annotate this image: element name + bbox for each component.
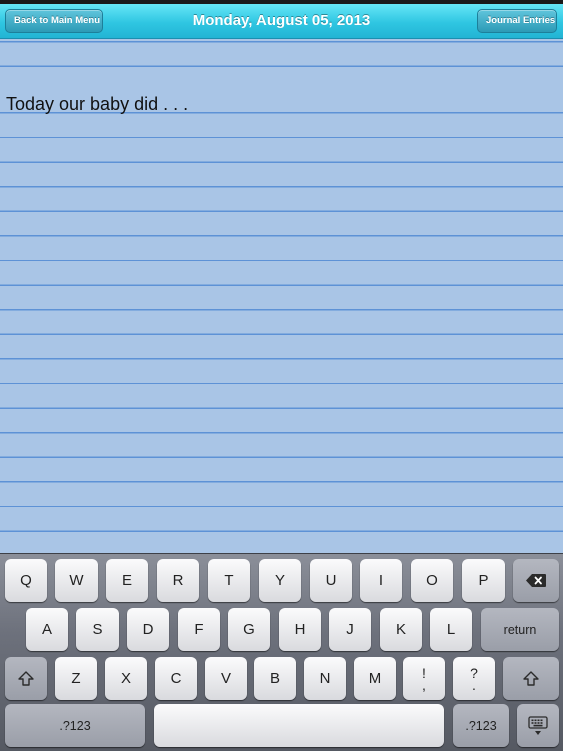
key-q[interactable]: Q — [5, 559, 47, 602]
hide-keyboard-icon — [528, 715, 548, 736]
key-u[interactable]: U — [310, 559, 352, 602]
journal-text-area[interactable] — [0, 39, 563, 553]
journal-entries-button[interactable]: Journal Entries — [477, 9, 557, 33]
key-p[interactable]: P — [462, 559, 505, 602]
key-o[interactable]: O — [411, 559, 453, 602]
key-j[interactable]: J — [329, 608, 371, 651]
key-z[interactable]: Z — [55, 657, 97, 700]
key-i[interactable]: I — [360, 559, 402, 602]
key-v[interactable]: V — [205, 657, 247, 700]
numbers-key-right[interactable]: .?123 — [453, 704, 509, 747]
backspace-key[interactable] — [513, 559, 559, 602]
hide-keyboard-key[interactable] — [517, 704, 559, 747]
key-d[interactable]: D — [127, 608, 169, 651]
backspace-icon — [526, 574, 546, 587]
shift-icon — [523, 671, 539, 686]
navigation-bar: Back to Main Menu Monday, August 05, 201… — [0, 4, 563, 39]
key-l[interactable]: L — [430, 608, 472, 651]
key-c[interactable]: C — [155, 657, 197, 700]
key-e[interactable]: E — [106, 559, 148, 602]
key-n[interactable]: N — [304, 657, 346, 700]
key-b[interactable]: B — [254, 657, 296, 700]
shift-key-left[interactable] — [5, 657, 47, 700]
key-a[interactable]: A — [26, 608, 68, 651]
key-w[interactable]: W — [55, 559, 98, 602]
key-bottom-char: , — [422, 676, 426, 693]
key-k[interactable]: K — [380, 608, 422, 651]
shift-key-right[interactable] — [503, 657, 559, 700]
numbers-key-left[interactable]: .?123 — [5, 704, 145, 747]
key-exclamation-comma[interactable]: ! , — [403, 657, 445, 700]
return-key[interactable]: return — [481, 608, 559, 651]
journal-entry-text[interactable]: Today our baby did . . . — [6, 94, 188, 115]
key-h[interactable]: H — [279, 608, 321, 651]
key-y[interactable]: Y — [259, 559, 301, 602]
space-bar[interactable] — [154, 704, 444, 747]
key-t[interactable]: T — [208, 559, 250, 602]
key-g[interactable]: G — [228, 608, 270, 651]
key-m[interactable]: M — [354, 657, 396, 700]
key-s[interactable]: S — [76, 608, 119, 651]
key-f[interactable]: F — [178, 608, 220, 651]
key-x[interactable]: X — [105, 657, 147, 700]
on-screen-keyboard: Q W E R T Y U I O P A S D F G H J K L re… — [0, 553, 563, 751]
key-question-period[interactable]: ? . — [453, 657, 495, 700]
key-bottom-char: . — [472, 676, 476, 693]
key-r[interactable]: R — [157, 559, 199, 602]
shift-icon — [18, 671, 34, 686]
